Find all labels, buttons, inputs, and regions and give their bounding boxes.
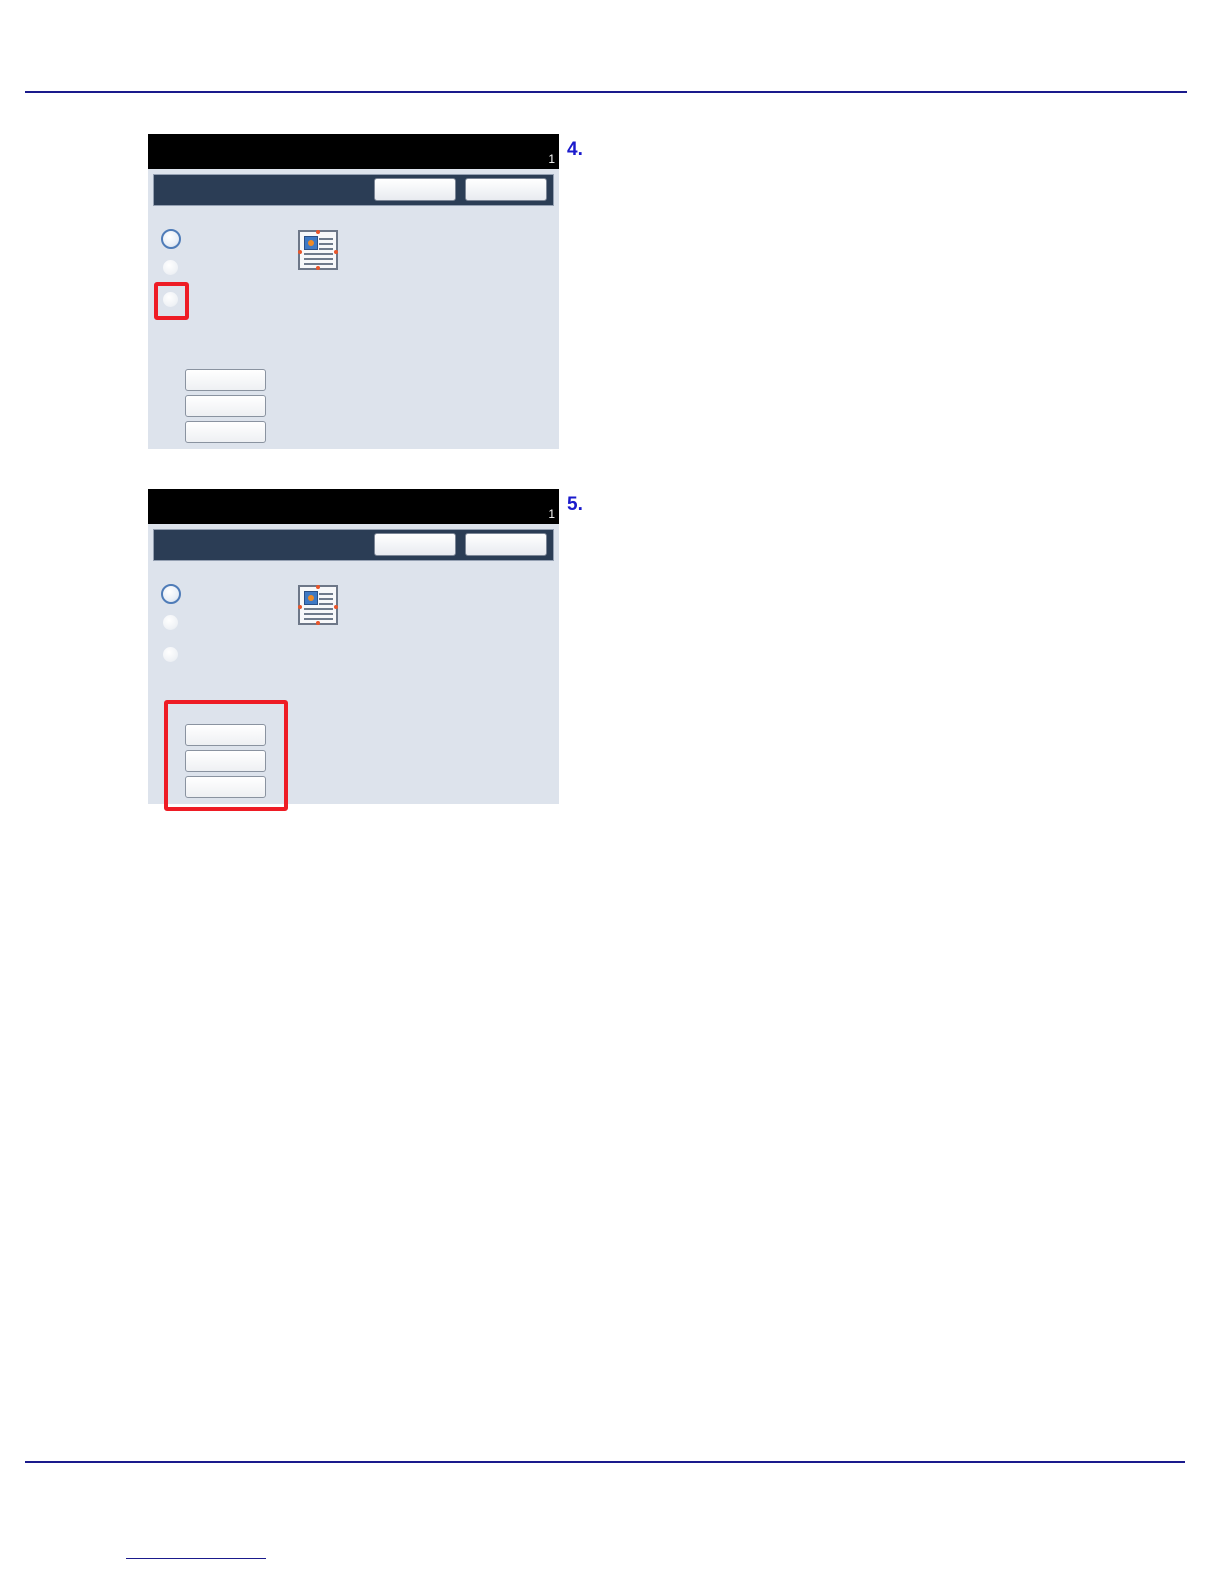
footer-rule [25, 1461, 1185, 1463]
header-button-left[interactable] [374, 178, 456, 201]
screen-header-bar [153, 529, 554, 561]
highlight-box [154, 282, 189, 320]
document-layout-icon [298, 230, 338, 270]
radio-option-2[interactable] [163, 615, 178, 630]
footer-link-underline[interactable] [126, 1558, 266, 1559]
header-button-right[interactable] [465, 178, 547, 201]
radio-option-3[interactable] [163, 647, 178, 662]
option-button-1[interactable] [185, 369, 266, 391]
step-number: 5. [567, 494, 583, 515]
document-layout-icon [298, 585, 338, 625]
step-number: 4. [567, 139, 583, 160]
screen-page-number: 1 [548, 152, 555, 166]
screenshot-step-5: 1 [148, 489, 559, 811]
highlight-box [164, 700, 288, 811]
option-button-2[interactable] [185, 395, 266, 417]
header-button-right[interactable] [465, 533, 547, 556]
screen-title-bar: 1 [148, 489, 559, 524]
radio-option-2[interactable] [163, 260, 178, 275]
screenshot-step-4: 1 [148, 134, 559, 449]
option-button-3[interactable] [185, 421, 266, 443]
screen-title-bar: 1 [148, 134, 559, 169]
header-rule [25, 91, 1187, 93]
radio-option-1[interactable] [161, 229, 181, 249]
radio-option-1[interactable] [161, 584, 181, 604]
header-button-left[interactable] [374, 533, 456, 556]
screen-page-number: 1 [548, 507, 555, 521]
screen-header-bar [153, 174, 554, 206]
